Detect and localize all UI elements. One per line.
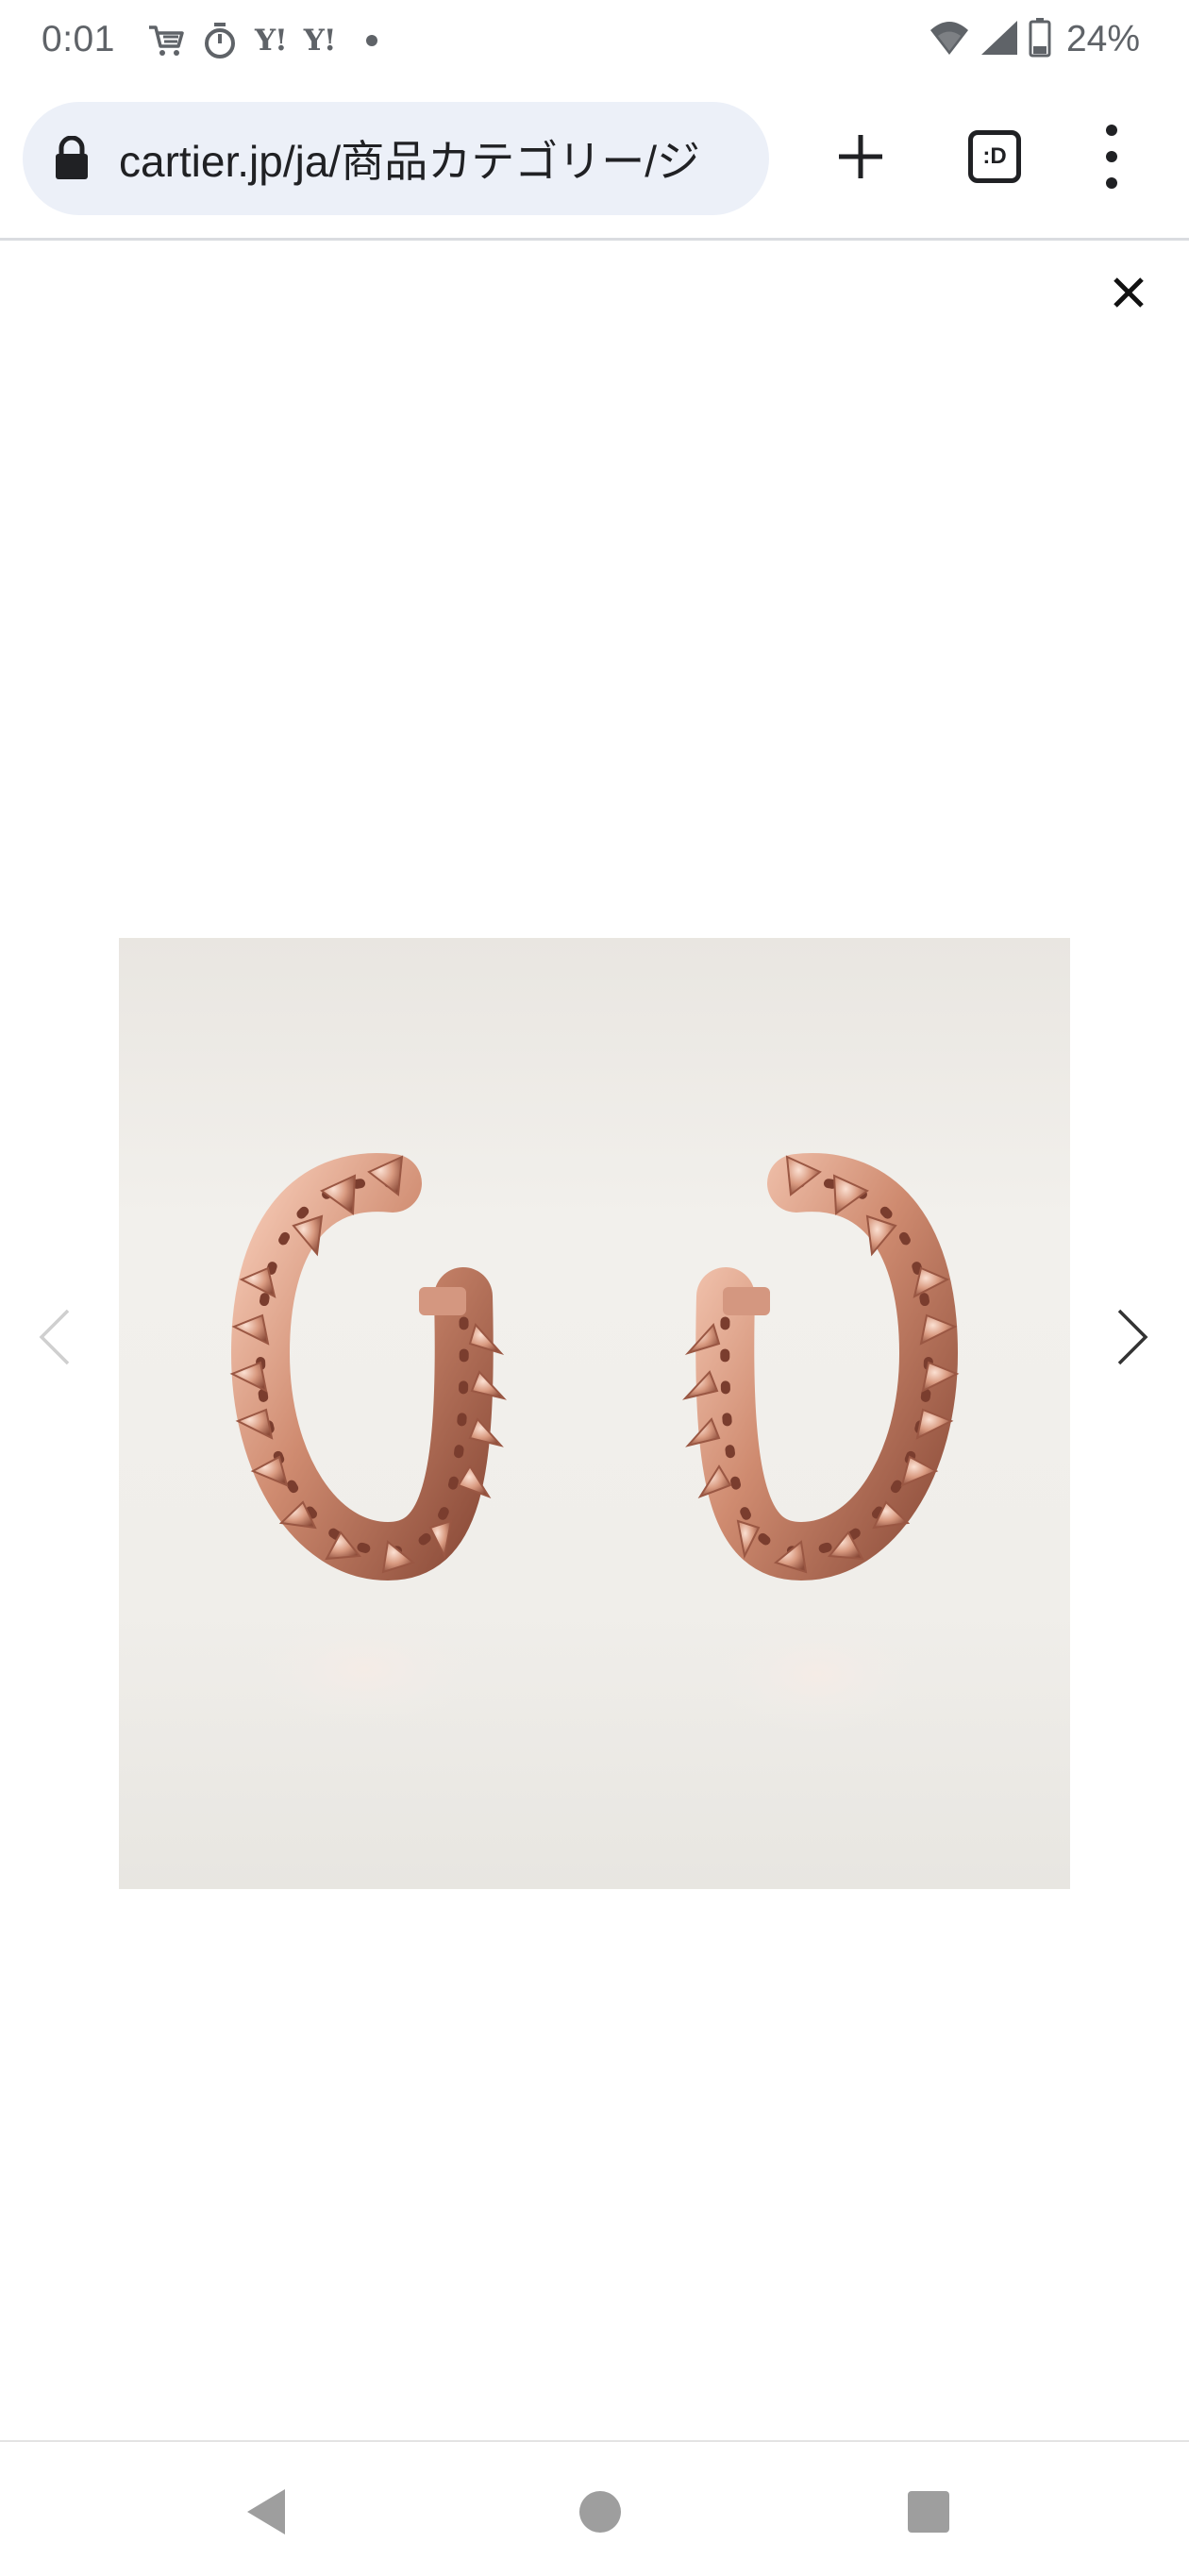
back-icon[interactable] <box>243 2487 289 2536</box>
product-image <box>119 938 1070 1889</box>
url-text[interactable]: cartier.jp/ja/商品カテゴリー/ジ <box>119 127 700 190</box>
status-bar: 0:01 Y! Y! 24% <box>0 0 1189 81</box>
wifi-icon <box>929 19 970 61</box>
toolbar-divider <box>0 238 1189 241</box>
menu-dot <box>1106 125 1117 136</box>
system-status: 24% <box>929 17 1140 62</box>
status-time: 0:01 <box>42 19 115 59</box>
more-vert-icon[interactable] <box>1095 125 1129 189</box>
recents-icon[interactable] <box>908 2491 949 2533</box>
yahoo-icon: Y! <box>255 24 288 58</box>
shopping-cart-icon <box>147 19 185 62</box>
menu-dot <box>1106 151 1117 162</box>
tab-switcher-label: :D <box>982 143 1007 169</box>
system-nav-bar <box>0 2442 1189 2576</box>
lock-icon[interactable] <box>51 136 92 181</box>
new-tab-button[interactable] <box>830 126 891 187</box>
earrings-illustration <box>119 938 1070 1889</box>
menu-dot <box>1106 177 1117 189</box>
battery-percent: 24% <box>1065 19 1140 59</box>
tab-switcher-button[interactable]: :D <box>968 130 1021 183</box>
more-notifications-dot <box>365 35 377 46</box>
browser-toolbar: cartier.jp/ja/商品カテゴリー/ジ :D <box>0 81 1189 238</box>
address-bar[interactable]: cartier.jp/ja/商品カテゴリー/ジ <box>23 102 769 215</box>
chevron-left-icon[interactable] <box>34 1307 75 1367</box>
chevron-right-icon[interactable] <box>1112 1307 1153 1367</box>
close-icon[interactable] <box>1110 274 1147 311</box>
yahoo-icon: Y! <box>303 24 337 58</box>
notification-icons: Y! Y! <box>147 19 377 62</box>
plus-icon <box>839 135 882 178</box>
cell-signal-icon <box>980 19 1019 61</box>
stopwatch-icon <box>202 19 238 62</box>
browser-page: 0:01 Y! Y! 24% cartier.jp/ja/商品カテゴリー/ジ:… <box>0 0 1189 2576</box>
home-icon[interactable] <box>579 2491 621 2533</box>
battery-icon <box>1029 17 1051 62</box>
